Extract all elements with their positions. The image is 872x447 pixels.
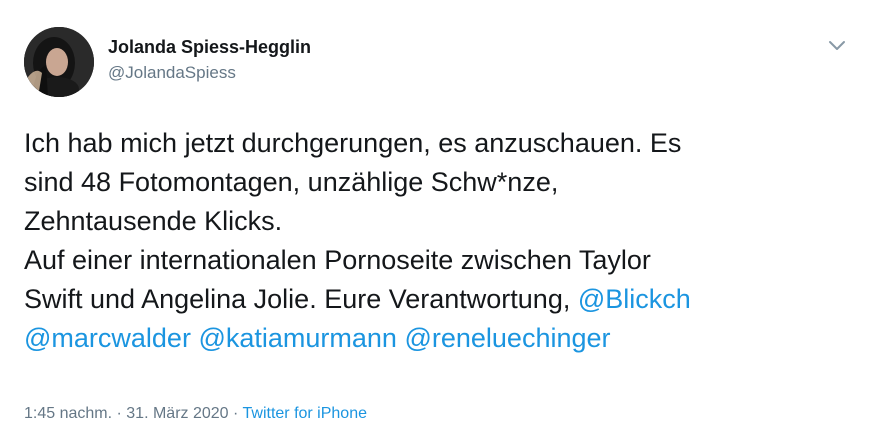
tweet-meta: 1:45 nachm. · 31. März 2020 · Twitter fo…	[24, 404, 367, 424]
display-name[interactable]: Jolanda Spiess-Hegglin	[108, 36, 311, 58]
tweet-date[interactable]: 31. März 2020	[126, 405, 228, 422]
meta-separator: ·	[228, 405, 243, 422]
tweet-text: Ich hab mich jetzt durchgerungen, es anz…	[24, 124, 854, 358]
tweet-text-line: Zehntausende Klicks.	[24, 206, 283, 236]
tweet-text-line: sind 48 Fotomontagen, unzählige Schw*nze…	[24, 167, 559, 197]
tweet-card: Jolanda Spiess-Hegglin @JolandaSpiess Ic…	[0, 0, 872, 447]
tweet-text-line: Ich hab mich jetzt durchgerungen, es anz…	[24, 128, 682, 158]
tweet-source-link[interactable]: Twitter for iPhone	[243, 405, 368, 422]
mention-link[interactable]: @Blickch	[578, 284, 691, 314]
user-handle[interactable]: @JolandaSpiess	[108, 62, 311, 84]
avatar[interactable]	[24, 27, 94, 97]
mention-link[interactable]: @reneluechinger	[404, 323, 610, 353]
mention-link[interactable]: @marcwalder	[24, 323, 191, 353]
mention-link[interactable]: @katiamurmann	[198, 323, 396, 353]
meta-separator: ·	[112, 405, 127, 422]
avatar-image	[24, 27, 94, 97]
tweet-text-line: Auf einer internationalen Pornoseite zwi…	[24, 245, 651, 275]
tweet-text-line: Swift und Angelina Jolie. Eure Verantwor…	[24, 280, 854, 319]
tweet-time[interactable]: 1:45 nachm.	[24, 405, 112, 422]
tweet-text-fragment: Swift und Angelina Jolie. Eure Verantwor…	[24, 284, 578, 314]
author-block: Jolanda Spiess-Hegglin @JolandaSpiess	[108, 36, 311, 84]
chevron-down-icon[interactable]	[826, 38, 848, 54]
tweet-text-line: @marcwalder @katiamurmann @reneluechinge…	[24, 319, 854, 358]
